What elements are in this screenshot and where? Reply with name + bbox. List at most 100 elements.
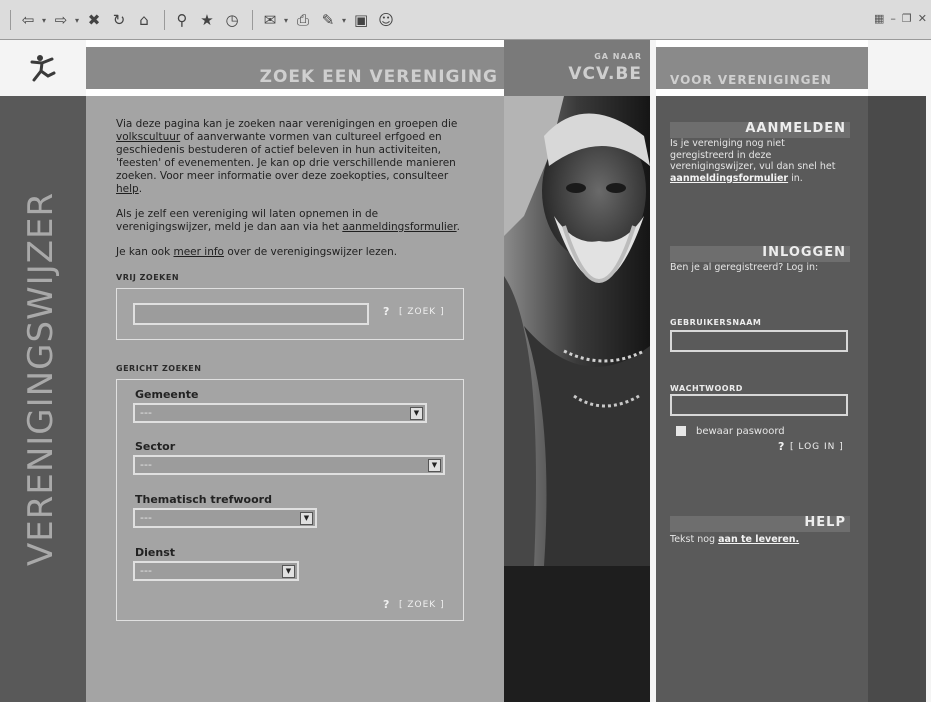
free-search-help[interactable]: ? [383,305,389,318]
aanmelden-header: AANMELDEN [670,122,850,138]
intro-text: over de verenigingswijzer lezen. [223,246,398,258]
password-label: WACHTWOORD [670,384,743,393]
remember-password-checkbox[interactable] [676,426,686,436]
remember-password-label: bewaar paswoord [696,426,785,437]
free-search-button[interactable]: [ ZOEK ] [399,306,445,319]
photo-footer [504,566,650,702]
toolbar-separator [10,10,11,30]
meer-info-link[interactable]: meer info [173,246,224,258]
username-label: GEBRUIKERSNAAM [670,318,762,327]
refresh-icon[interactable]: ↻ [108,9,130,31]
sidebar: AANMELDEN Is je vereniging nog niet gere… [656,96,868,702]
directed-search-box: Gemeente --- ▼ Sector --- ▼ Thematisch t… [116,379,464,621]
help-title: HELP [804,515,846,530]
mail-icon[interactable]: ✉ [259,9,281,31]
header-right-edge [868,40,931,96]
gemeente-value: --- [140,406,152,419]
inloggen-header: INLOGGEN [670,246,850,262]
intro-text: Via deze pagina kan je zoeken naar veren… [116,118,458,130]
forward-icon[interactable]: ⇨ [50,9,72,31]
intro-paragraph-1: Via deze pagina kan je zoeken naar veren… [116,118,476,196]
inloggen-text: Ben je al geregistreerd? Log in: [670,262,819,273]
gemeente-select[interactable]: --- ▼ [133,403,427,423]
edit-icon[interactable]: ✎ [317,9,339,31]
history-icon[interactable]: ◷ [221,9,243,31]
messenger-icon[interactable]: ☺ [375,9,397,31]
chevron-down-icon[interactable]: ▼ [428,459,441,472]
logo[interactable] [0,40,86,96]
toolbar-buttons: ⇦ ▾ ⇨ ▾ ✖ ↻ ⌂ ⚲ ★ ◷ ✉ ▾ ⎙ ✎ ▾ ▣ ☺ [4,8,400,32]
windows-logo-icon: ▦ [874,12,885,25]
window-controls: ▦ – ❐ ✕ [868,12,927,25]
portrait-image [504,96,650,566]
favorites-icon[interactable]: ★ [196,9,218,31]
restore-icon[interactable]: ❐ [902,12,912,25]
edit-dropdown-icon[interactable]: ▾ [342,16,346,25]
toolbar-separator [164,10,166,30]
intro-text: Als je zelf een vereniging wil laten opn… [116,208,379,233]
chevron-down-icon[interactable]: ▼ [410,407,423,420]
help-header: HELP [670,516,850,532]
right-margin [868,96,926,702]
directed-search-help[interactable]: ? [383,598,389,611]
right-edge [926,96,931,702]
thematisch-trefwoord-label: Thematisch trefwoord [135,493,272,506]
intro-text: . [456,221,460,233]
dienst-select[interactable]: --- ▼ [133,561,299,581]
back-icon[interactable]: ⇦ [17,9,39,31]
home-icon[interactable]: ⌂ [133,9,155,31]
help-text-body: Tekst nog [670,534,719,545]
free-search-box: ? [ ZOEK ] [116,288,464,340]
password-input[interactable] [670,394,848,416]
aanmeldingsformulier-link[interactable]: aanmeldingsformulier [670,173,788,184]
aanmeldingsformulier-link[interactable]: aanmeldingsformulier [342,221,456,233]
header-band: ZOEK EEN VERENIGING [86,47,504,89]
gemeente-label: Gemeente [135,388,199,401]
intro-text: . [138,183,143,195]
free-search-input[interactable] [133,303,369,325]
chevron-down-icon[interactable]: ▼ [282,565,295,578]
aanmelden-text-end: in. [788,172,803,184]
portrait-photo [504,96,650,566]
help-text: Tekst nog aan te leveren. [670,534,800,546]
mail-dropdown-icon[interactable]: ▾ [284,16,288,25]
directed-search-button[interactable]: [ ZOEK ] [399,599,445,612]
goto-vcv-link[interactable]: GA NAAR VCV.BE [504,40,650,96]
main-content: Via deze pagina kan je zoeken naar veren… [86,96,504,702]
thematisch-trefwoord-select[interactable]: --- ▼ [133,508,317,528]
minimize-icon[interactable]: – [890,12,896,25]
toolbar-separator [252,10,254,30]
close-icon[interactable]: ✕ [918,12,927,25]
goto-vcv-small: GA NAAR [594,52,642,61]
vertical-title-text: VERENIGINGSWIJZER [21,191,61,566]
discuss-icon[interactable]: ▣ [350,9,372,31]
aanmelden-text-body: Is je vereniging nog niet geregistreerd … [670,138,836,172]
directed-search-label: GERICHT ZOEKEN [116,364,202,373]
help-link[interactable]: aan te leveren. [718,534,799,545]
search-icon[interactable]: ⚲ [171,9,193,31]
volkscultuur-link[interactable]: volkscultuur [116,131,180,143]
sidebar-header-title: VOOR VERENIGINGEN [670,73,832,87]
aanmelden-text: Is je vereniging nog niet geregistreerd … [670,138,846,184]
back-dropdown-icon[interactable]: ▾ [42,16,46,25]
aanmelden-title: AANMELDEN [745,121,846,136]
sector-label: Sector [135,440,176,453]
forward-dropdown-icon[interactable]: ▾ [75,16,79,25]
sidebar-header: VOOR VERENIGINGEN [656,47,868,89]
chevron-down-icon[interactable]: ▼ [300,512,313,525]
dienst-value: --- [140,564,152,577]
dancer-logo-icon [30,55,56,82]
stop-icon[interactable]: ✖ [83,9,105,31]
print-icon[interactable]: ⎙ [292,9,314,31]
page-title: ZOEK EEN VERENIGING [259,67,498,87]
sector-select[interactable]: --- ▼ [133,455,445,475]
inloggen-title: INLOGGEN [762,245,846,260]
thematisch-trefwoord-value: --- [140,511,152,524]
username-input[interactable] [670,330,848,352]
login-help[interactable]: ? [778,441,784,453]
browser-toolbar: ⇦ ▾ ⇨ ▾ ✖ ↻ ⌂ ⚲ ★ ◷ ✉ ▾ ⎙ ✎ ▾ ▣ ☺ ▦ – ❐ … [0,0,931,40]
intro-paragraph-3: Je kan ook meer info over de verenigings… [116,246,476,259]
intro-text: Je kan ook [116,246,174,258]
help-link[interactable]: help [116,183,139,195]
login-button[interactable]: [ LOG IN ] [790,442,844,454]
